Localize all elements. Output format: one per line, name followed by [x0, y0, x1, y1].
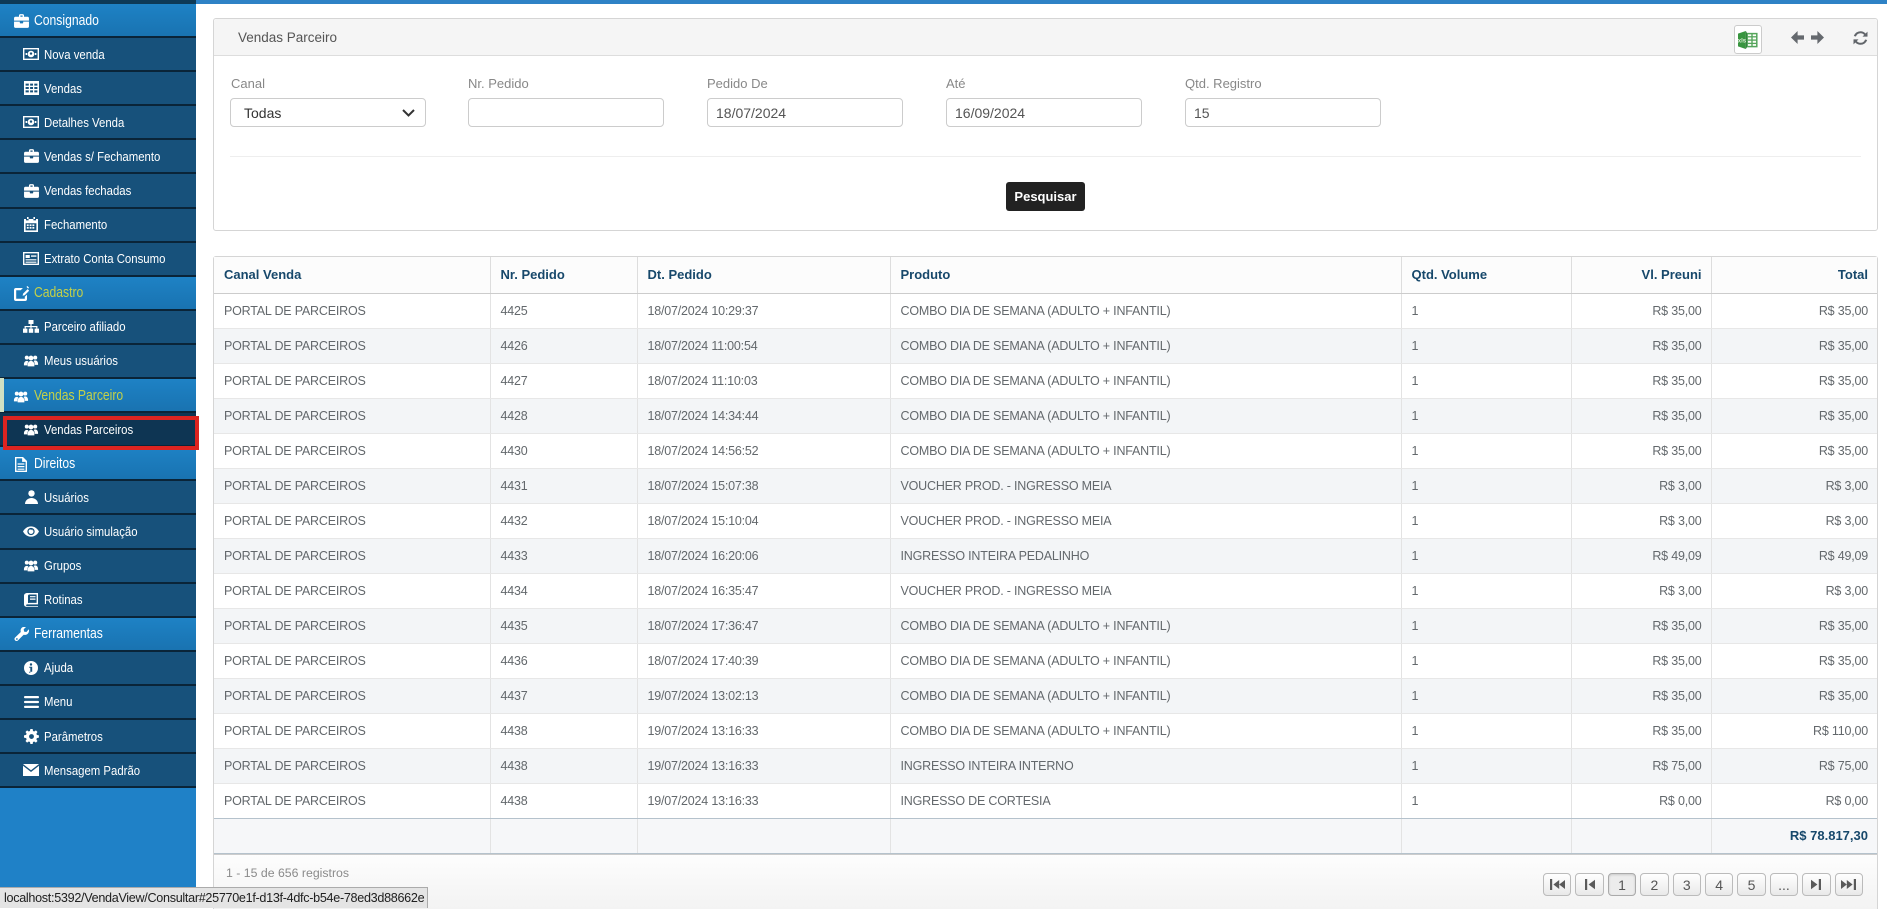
svg-text:xls: xls: [1738, 38, 1747, 44]
